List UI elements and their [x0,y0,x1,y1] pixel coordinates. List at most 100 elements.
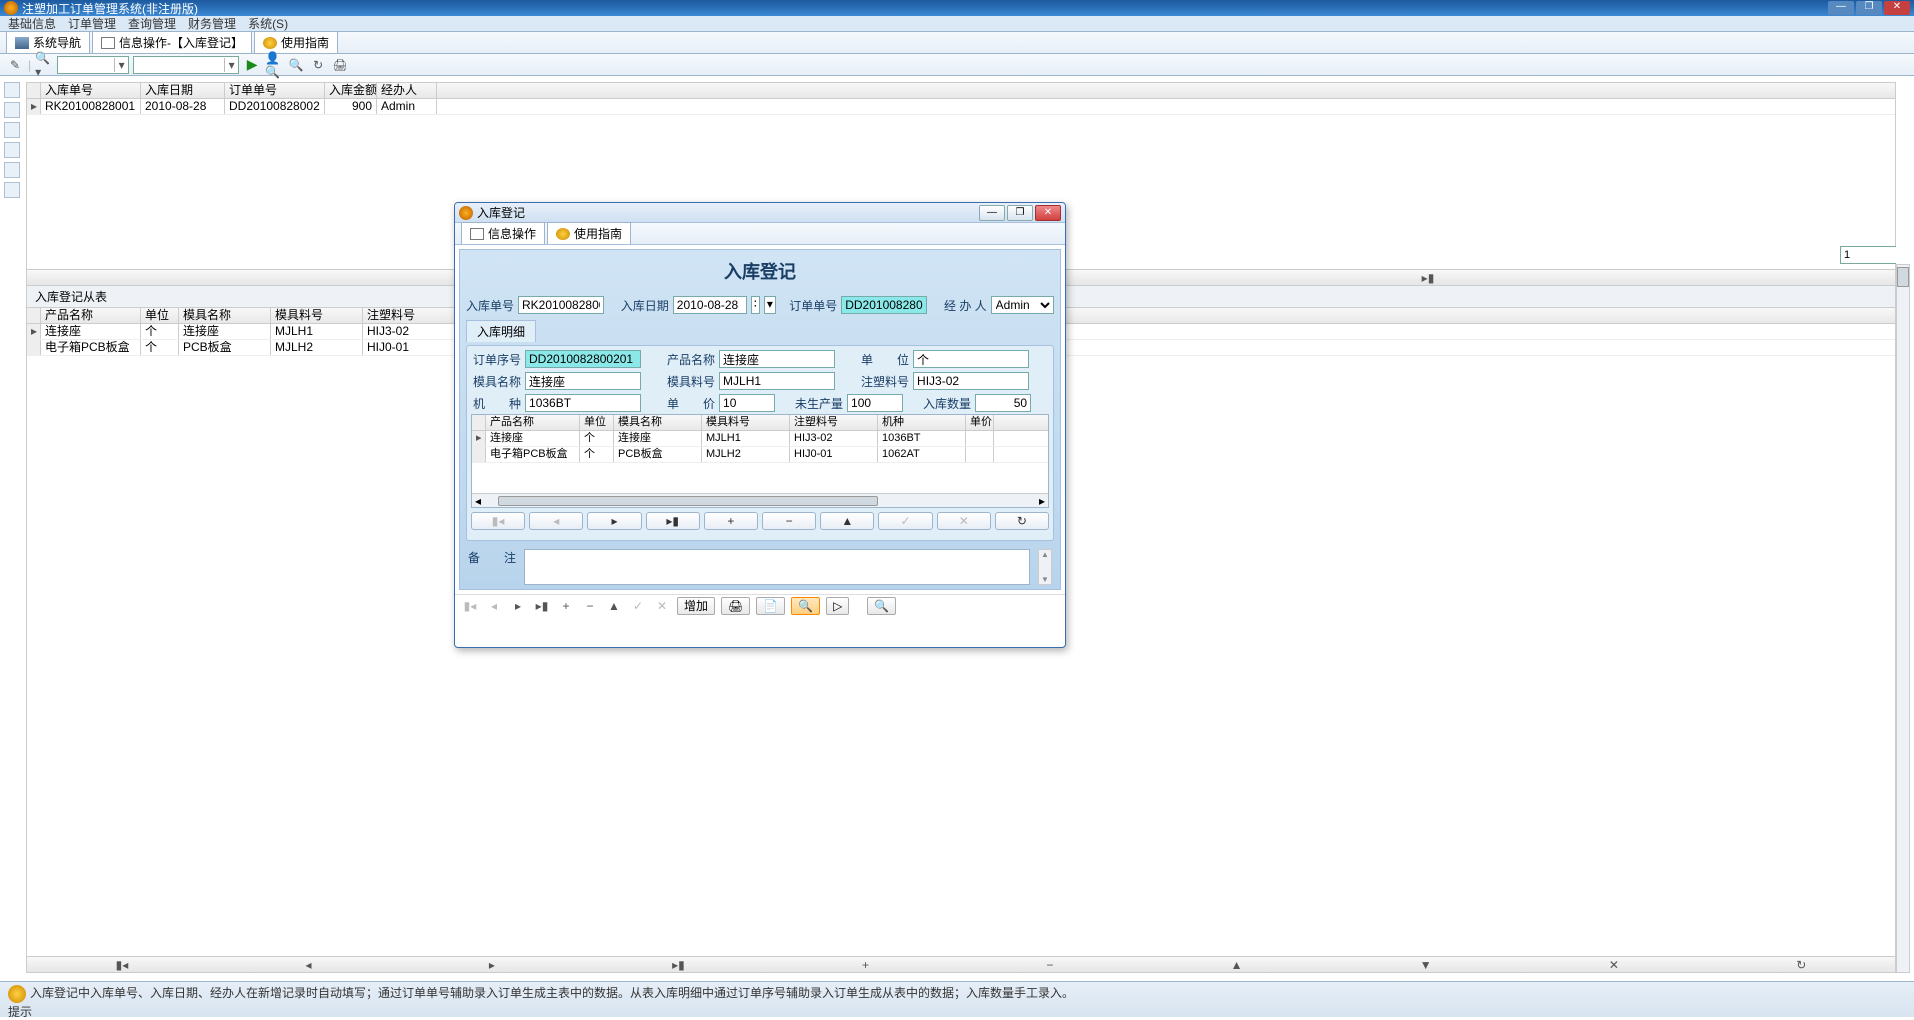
bb-first[interactable]: ▮◂ [461,598,479,614]
bb-cancel[interactable]: ✕ [653,598,671,614]
col[interactable]: 模具名称 [614,415,702,430]
nb-check[interactable]: ✓ [878,512,932,530]
left-tool-1[interactable] [4,82,20,98]
remark-scroll[interactable]: ▲▼ [1038,549,1052,585]
btn-preview[interactable]: 📄 [756,597,785,615]
btn-add[interactable]: 增加 [677,597,715,615]
inp-mjmc[interactable] [525,372,641,390]
nav-up[interactable]: ▲ [1231,958,1243,972]
col[interactable]: 单位 [141,308,179,323]
nav-last[interactable]: ▸▮ [672,958,685,972]
bb-check[interactable]: ✓ [629,598,647,614]
combo-2[interactable]: ▾ [133,56,239,74]
bb-last[interactable]: ▸▮ [533,598,551,614]
col[interactable]: 产品名称 [41,308,141,323]
inp-dddh[interactable] [841,296,927,314]
nav-first[interactable]: ▮◂ [116,958,129,972]
col-dddh[interactable]: 订单单号 [225,83,325,98]
menu-finance[interactable]: 财务管理 [188,15,236,32]
table-row[interactable]: ▸ 连接座 个 连接座 MJLH1 HIJ3-02 1036BT [472,431,1048,447]
nav-refresh[interactable]: ↻ [1796,958,1806,972]
sel-jbr[interactable]: Admin [991,296,1054,314]
col[interactable]: 产品名称 [486,415,580,430]
btn-print[interactable]: 🖨 [721,597,750,615]
menu-baseinfo[interactable]: 基础信息 [8,15,56,32]
inp-zslh[interactable] [913,372,1029,390]
dialog-minimize[interactable]: — [979,205,1005,221]
detail-tab[interactable]: 入库明细 [466,320,536,342]
col[interactable]: 注塑料号 [790,415,878,430]
page-counter[interactable]: ▲▼ [1840,246,1896,264]
inp-rkdh[interactable] [518,296,604,314]
col-rkje[interactable]: 入库金额 [325,83,377,98]
zoom-button[interactable]: 🔍▾ [35,56,53,74]
left-tool-5[interactable] [4,162,20,178]
scroll-thumb[interactable] [1897,267,1909,287]
page-input[interactable] [1841,247,1914,263]
nav-del[interactable]: − [1046,958,1053,972]
col[interactable]: 模具名称 [179,308,271,323]
nav-prev[interactable]: ◂ [306,958,312,972]
left-tool-3[interactable] [4,122,20,138]
combo-1[interactable]: ▾ [57,56,129,74]
date-drop[interactable]: ▾ [764,296,776,314]
table-row[interactable]: ▸ RK20100828001 2010-08-28 DD20100828002… [27,99,1895,115]
table-row[interactable]: 电子箱PCB板盒 个 PCB板盒 MJLH2 HIJ0-01 1062AT [472,447,1048,463]
col[interactable]: 模具料号 [271,308,363,323]
nb-refresh[interactable]: ↻ [995,512,1049,530]
col[interactable]: 注塑料号 [363,308,455,323]
inp-jz[interactable] [525,394,641,412]
nb-last[interactable]: ▸▮ [646,512,700,530]
btn-zoom[interactable]: 🔍 [791,597,820,615]
nav-last[interactable]: ▸▮ [1422,271,1435,285]
right-scrollbar[interactable] [1896,264,1910,973]
inp-ddxh[interactable] [525,350,641,368]
dialog-close[interactable]: ✕ [1035,205,1061,221]
dialog-maximize[interactable]: ❐ [1007,205,1033,221]
bb-up[interactable]: ▲ [605,598,623,614]
nb-next[interactable]: ▸ [587,512,641,530]
edit-button[interactable]: ✎ [6,56,24,74]
menu-system[interactable]: 系统(S) [248,15,288,32]
nav-add[interactable]: + [862,958,869,972]
nav-next[interactable]: ▸ [489,958,495,972]
date-spin[interactable]: ∶ [751,296,760,314]
nb-prev[interactable]: ◂ [529,512,583,530]
bb-del[interactable]: − [581,598,599,614]
detail-hscroll[interactable]: ◂▸ [472,493,1048,507]
nb-up[interactable]: ▲ [820,512,874,530]
menu-query[interactable]: 查询管理 [128,15,176,32]
inp-rksl[interactable] [975,394,1031,412]
nb-cancel[interactable]: ✕ [937,512,991,530]
col[interactable]: 单价 [966,415,994,430]
nav-down[interactable]: ▼ [1420,958,1432,972]
btn-export[interactable]: ▷ [826,597,849,615]
maximize-button[interactable]: ❐ [1856,1,1882,15]
find-user-button[interactable]: 👤🔍 [265,56,283,74]
left-tool-6[interactable] [4,182,20,198]
remark-textarea[interactable] [524,549,1030,585]
dialog-tab-guide[interactable]: 使用指南 [547,222,631,244]
left-tool-2[interactable] [4,102,20,118]
col-rkrq[interactable]: 入库日期 [141,83,225,98]
inp-dw[interactable] [913,350,1029,368]
menu-order[interactable]: 订单管理 [68,15,116,32]
inp-wscl[interactable] [847,394,903,412]
bb-prev[interactable]: ◂ [485,598,503,614]
bb-add[interactable]: + [557,598,575,614]
bb-next[interactable]: ▸ [509,598,527,614]
nb-first[interactable]: ▮◂ [471,512,525,530]
find-button[interactable]: 🔍 [287,56,305,74]
col-jbr[interactable]: 经办人 [377,83,437,98]
col[interactable]: 单位 [580,415,614,430]
inp-rkrq[interactable] [673,296,747,314]
col[interactable]: 模具料号 [702,415,790,430]
inp-cpmc[interactable] [719,350,835,368]
close-button[interactable]: ✕ [1884,1,1910,15]
print-button[interactable]: 🖨 [331,56,349,74]
dialog-tab-info[interactable]: 信息操作 [461,222,545,244]
inp-dj[interactable] [719,394,775,412]
refresh-button[interactable]: ↻ [309,56,327,74]
tab-info-operate[interactable]: 信息操作-【入库登记】 [92,31,252,53]
nb-add[interactable]: + [704,512,758,530]
